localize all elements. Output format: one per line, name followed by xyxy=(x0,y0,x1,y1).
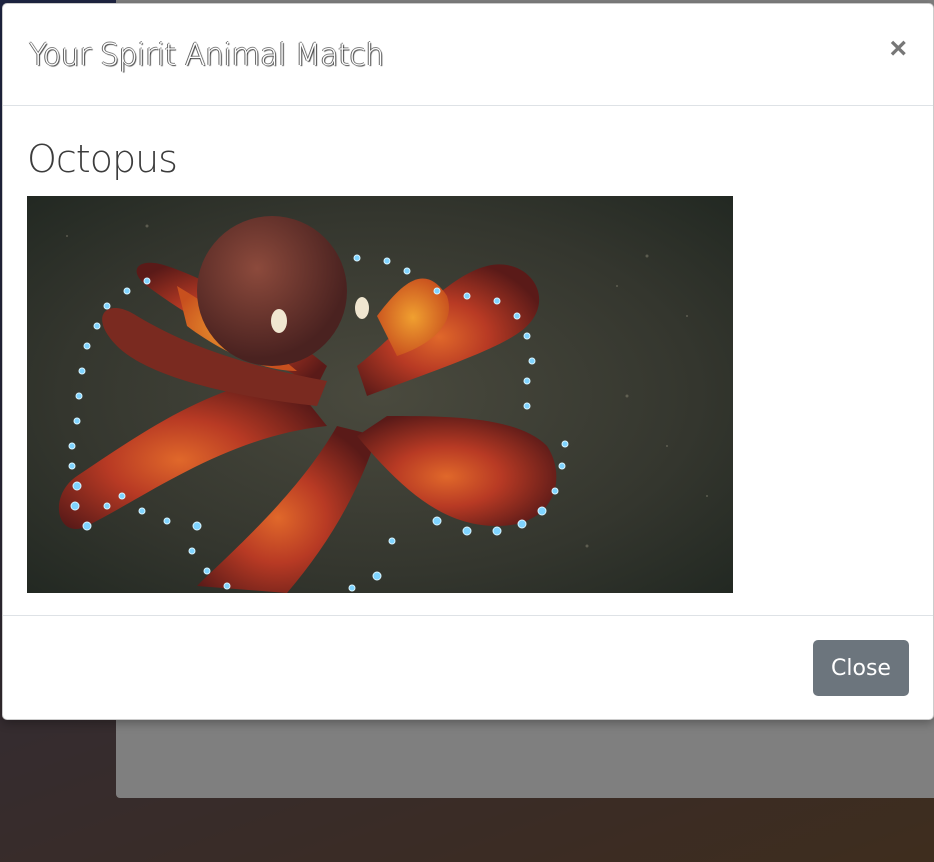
modal-body: Octopus xyxy=(3,107,933,615)
octopus-image xyxy=(27,196,733,593)
modal-footer: Close xyxy=(3,615,933,719)
close-icon[interactable]: × xyxy=(889,34,907,64)
close-button[interactable]: Close xyxy=(813,640,909,696)
modal-title: Your Spirit Animal Match xyxy=(29,38,384,73)
animal-name: Octopus xyxy=(27,137,178,181)
spirit-animal-modal: Your Spirit Animal Match × Octopus Close xyxy=(2,3,934,720)
modal-header: Your Spirit Animal Match × xyxy=(3,4,933,106)
